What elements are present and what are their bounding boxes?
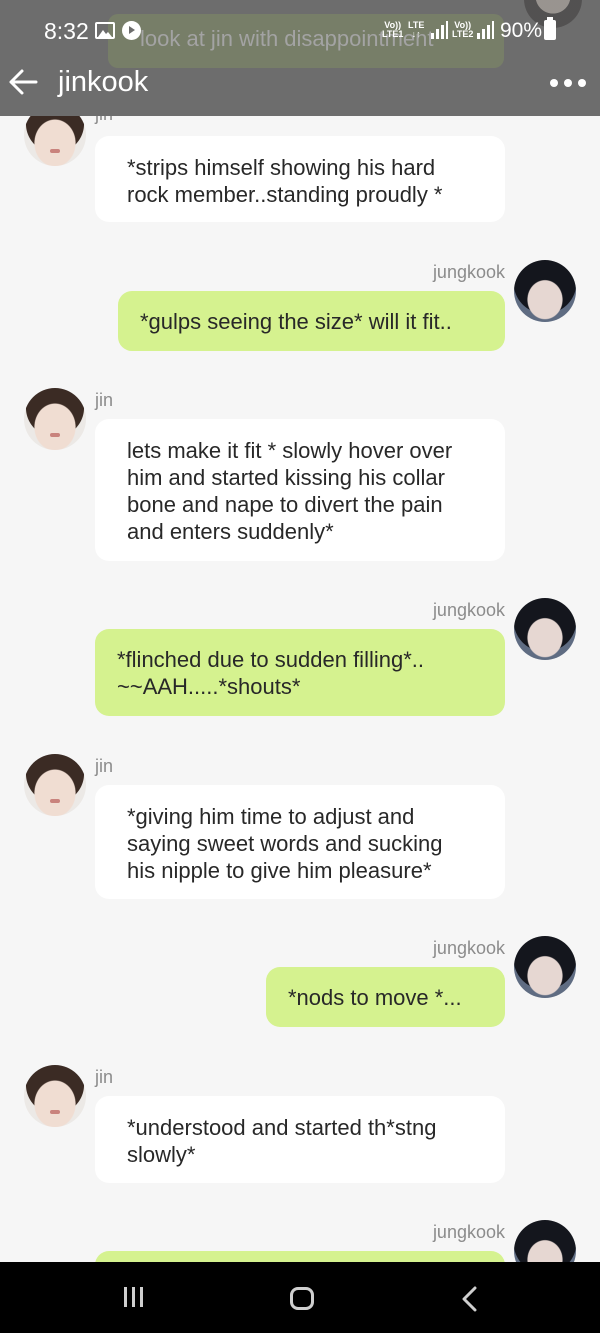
avatar-jin[interactable] bbox=[24, 388, 86, 450]
sender-name: jungkook bbox=[432, 262, 505, 282]
signal-icon bbox=[431, 21, 448, 39]
sender-name: jin bbox=[95, 390, 114, 410]
message-bubble[interactable]: *understood and started th*stng slowly* bbox=[95, 1096, 505, 1183]
message-bubble[interactable]: lets make it fit * slowly hover over him… bbox=[95, 419, 505, 561]
recent-apps-icon bbox=[132, 1287, 135, 1307]
recent-apps-icon bbox=[140, 1287, 143, 1307]
recent-apps-icon bbox=[124, 1287, 127, 1307]
avatar-jin[interactable] bbox=[24, 1065, 86, 1127]
message-bubble[interactable]: *strips himself showing his hard rock me… bbox=[95, 136, 505, 222]
signal-icon bbox=[477, 21, 494, 39]
sender-name: jungkook bbox=[432, 938, 505, 958]
network-label-2: Vo)) LTE2 bbox=[452, 21, 473, 39]
battery-percent: 90% bbox=[500, 19, 543, 42]
status-bar: 8:32 Vo)) LTE1 LTE ↓↑ Vo)) LTE2 90% bbox=[0, 0, 600, 62]
recent-apps-button[interactable] bbox=[122, 1287, 146, 1309]
avatar-jungkook[interactable] bbox=[514, 936, 576, 998]
chat-title: jinkook bbox=[58, 66, 149, 98]
message-bubble[interactable]: *gulps seeing the size* will it fit.. bbox=[118, 291, 505, 351]
message-bubble[interactable]: *nods to move *... bbox=[266, 967, 505, 1027]
more-dots-icon bbox=[550, 79, 558, 87]
status-time: 8:32 bbox=[44, 18, 89, 44]
home-button[interactable] bbox=[290, 1287, 314, 1310]
message-bubble[interactable]: *flinched due to sudden filling*.. ~~AAH… bbox=[95, 629, 505, 716]
navigation-icon bbox=[122, 21, 141, 40]
sender-name: jin bbox=[95, 756, 114, 776]
gallery-icon bbox=[95, 22, 115, 39]
network-lte-2: LTE2 bbox=[452, 29, 474, 39]
more-dots-icon bbox=[578, 79, 586, 87]
message-bubble[interactable]: *giving him time to adjust and saying sw… bbox=[95, 785, 505, 899]
network-lte-label: LTE ↓↑ bbox=[408, 21, 424, 39]
sender-name: jin bbox=[95, 1067, 114, 1087]
avatar-jin[interactable] bbox=[24, 754, 86, 816]
avatar-jungkook[interactable] bbox=[514, 260, 576, 322]
back-nav-button[interactable] bbox=[460, 1286, 480, 1312]
battery-icon bbox=[544, 17, 556, 40]
back-button[interactable] bbox=[8, 66, 38, 98]
network-label-1: Vo)) LTE1 bbox=[382, 21, 403, 39]
data-arrows-icon: ↓↑ bbox=[411, 29, 421, 39]
sender-name: jungkook bbox=[432, 1222, 505, 1242]
chevron-left-icon bbox=[462, 1286, 477, 1312]
chat-area[interactable]: jin *strips himself showing his hard roc… bbox=[0, 0, 600, 1282]
more-dots-icon bbox=[564, 79, 572, 87]
app-header: look at jin with disappointment 8:32 Vo)… bbox=[0, 0, 600, 116]
avatar-jungkook[interactable] bbox=[514, 598, 576, 660]
more-options-button[interactable] bbox=[548, 76, 586, 90]
sender-name: jungkook bbox=[432, 600, 505, 620]
system-navigation-bar bbox=[0, 1262, 600, 1333]
arrow-left-icon bbox=[9, 69, 38, 95]
network-lte-1: LTE1 bbox=[382, 29, 404, 39]
